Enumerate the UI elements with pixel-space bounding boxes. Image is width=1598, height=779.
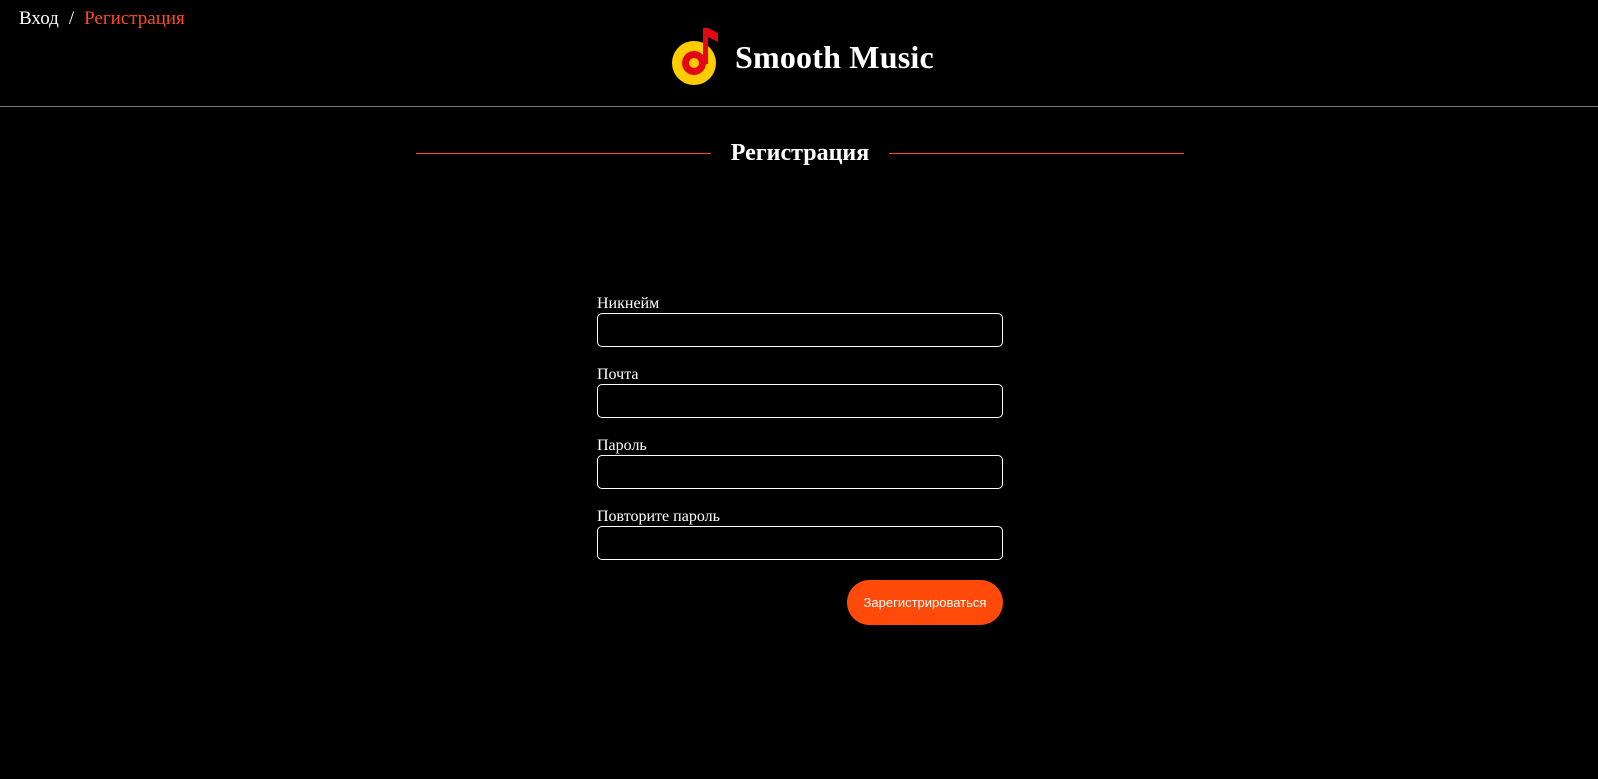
nickname-field-group: Никнейм — [597, 296, 1003, 347]
password-field-group: Пароль — [597, 438, 1003, 489]
section-heading: Регистрация — [416, 135, 1185, 171]
nickname-input[interactable] — [597, 313, 1003, 347]
nickname-label: Никнейм — [597, 295, 660, 312]
registration-page: Вход / Регистрация Smooth Music Регистра… — [0, 0, 1598, 779]
registration-form: Никнейм Почта Пароль Повторите пароль За… — [597, 296, 1003, 625]
brand[interactable]: Smooth Music — [671, 26, 934, 88]
breadcrumb-login-link[interactable]: Вход — [19, 8, 59, 30]
music-note-logo-icon — [671, 26, 719, 88]
register-button[interactable]: Зарегистрироваться — [847, 580, 1003, 625]
submit-row: Зарегистрироваться — [597, 580, 1003, 625]
site-header: Вход / Регистрация Smooth Music — [0, 0, 1598, 107]
breadcrumb-separator: / — [68, 8, 75, 29]
brand-title: Smooth Music — [735, 38, 934, 75]
repeat-password-input[interactable] — [597, 526, 1003, 560]
repeat-password-label: Повторите пароль — [597, 508, 720, 525]
email-field-group: Почта — [597, 367, 1003, 418]
repeat-password-field-group: Повторите пароль — [597, 509, 1003, 560]
email-label: Почта — [597, 366, 639, 383]
page-title: Регистрация — [730, 139, 870, 166]
heading-divider-right — [889, 152, 1185, 154]
breadcrumb: Вход / Регистрация — [19, 8, 185, 30]
email-input[interactable] — [597, 384, 1003, 418]
password-label: Пароль — [597, 437, 647, 454]
heading-divider-left — [416, 152, 711, 154]
password-input[interactable] — [597, 455, 1003, 489]
breadcrumb-current[interactable]: Регистрация — [84, 8, 185, 30]
